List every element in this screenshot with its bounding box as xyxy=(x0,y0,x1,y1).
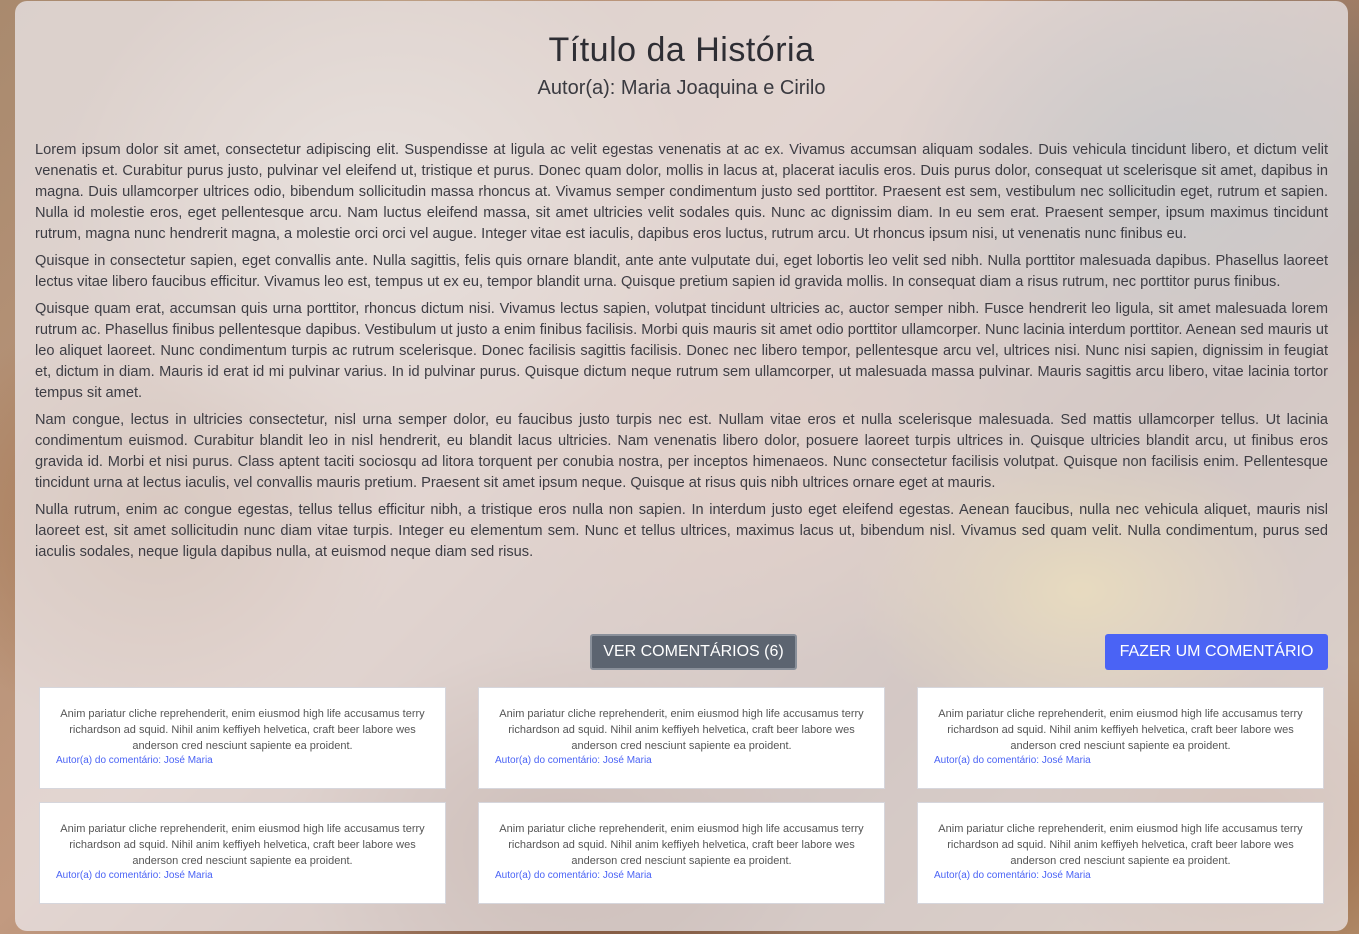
story-author: Autor(a): Maria Joaquina e Cirilo xyxy=(537,77,826,99)
comment-text: Anim pariatur cliche reprehenderit, enim… xyxy=(499,823,864,867)
comment-card: Anim pariatur cliche reprehenderit, enim… xyxy=(39,687,446,789)
comment-author: Autor(a) do comentário: José Maria xyxy=(495,870,652,881)
view-comments-button[interactable]: VER COMENTÁRIOS (6) xyxy=(590,634,797,670)
comment-text: Anim pariatur cliche reprehenderit, enim… xyxy=(938,708,1303,752)
story-card: Título da História Autor(a): Maria Joaqu… xyxy=(15,1,1348,931)
comment-author: Autor(a) do comentário: José Maria xyxy=(934,870,1091,881)
story-paragraph: Nulla rutrum, enim ac congue egestas, te… xyxy=(35,502,1328,560)
comment-author: Autor(a) do comentário: José Maria xyxy=(495,755,652,766)
comment-card: Anim pariatur cliche reprehenderit, enim… xyxy=(478,687,885,789)
comment-card: Anim pariatur cliche reprehenderit, enim… xyxy=(917,687,1324,789)
comment-text: Anim pariatur cliche reprehenderit, enim… xyxy=(60,708,425,752)
story-paragraph: Quisque quam erat, accumsan quis urna po… xyxy=(35,301,1328,401)
add-comment-button[interactable]: FAZER UM COMENTÁRIO xyxy=(1105,634,1328,670)
story-paragraph: Quisque in consectetur sapien, eget conv… xyxy=(35,253,1328,290)
comment-card: Anim pariatur cliche reprehenderit, enim… xyxy=(478,802,885,904)
comment-text: Anim pariatur cliche reprehenderit, enim… xyxy=(938,823,1303,867)
comment-text: Anim pariatur cliche reprehenderit, enim… xyxy=(60,823,425,867)
comment-author: Autor(a) do comentário: José Maria xyxy=(56,870,213,881)
comment-card: Anim pariatur cliche reprehenderit, enim… xyxy=(917,802,1324,904)
comment-text: Anim pariatur cliche reprehenderit, enim… xyxy=(499,708,864,752)
story-title: Título da História xyxy=(548,31,815,69)
story-body: Lorem ipsum dolor sit amet, consectetur … xyxy=(35,140,1328,569)
comment-author: Autor(a) do comentário: José Maria xyxy=(56,755,213,766)
comment-card: Anim pariatur cliche reprehenderit, enim… xyxy=(39,802,446,904)
story-paragraph: Nam congue, lectus in ultricies consecte… xyxy=(35,412,1328,491)
comment-author: Autor(a) do comentário: José Maria xyxy=(934,755,1091,766)
story-paragraph: Lorem ipsum dolor sit amet, consectetur … xyxy=(35,142,1328,242)
